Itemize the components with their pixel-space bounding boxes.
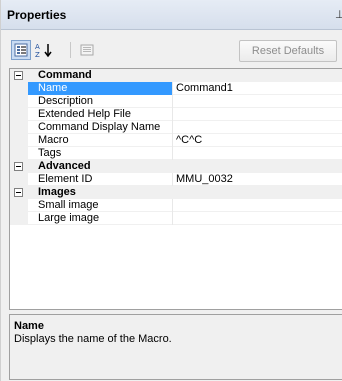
help-title: Name bbox=[14, 320, 44, 332]
row-gutter bbox=[10, 173, 28, 186]
property-value[interactable]: MMU_0032 bbox=[174, 173, 342, 186]
collapse-toggle-icon[interactable] bbox=[14, 188, 23, 197]
collapse-toggle-icon[interactable] bbox=[14, 162, 23, 171]
property-value[interactable] bbox=[174, 212, 342, 225]
category-label: Images bbox=[38, 186, 76, 198]
category-images[interactable]: Images bbox=[10, 186, 342, 199]
toolbar-separator bbox=[70, 42, 71, 58]
property-label[interactable]: Extended Help File bbox=[28, 108, 173, 121]
properties-panel: Properties ⊥ A Z Reset Defaults Command … bbox=[0, 0, 342, 381]
category-label: Advanced bbox=[38, 160, 91, 172]
property-row[interactable]: Element ID MMU_0032 bbox=[10, 173, 342, 186]
property-grid: Command Name Command1 Description Extended H… bbox=[9, 68, 342, 310]
row-gutter bbox=[10, 212, 28, 225]
row-gutter bbox=[10, 147, 28, 160]
property-label[interactable]: Macro bbox=[28, 134, 173, 147]
collapse-toggle-icon[interactable] bbox=[14, 71, 23, 80]
category-command[interactable]: Command bbox=[10, 69, 342, 82]
panel-titlebar: Properties ⊥ bbox=[1, 0, 342, 30]
alphabetical-sort-icon: A Z bbox=[35, 43, 52, 58]
property-label[interactable]: Name bbox=[28, 82, 173, 95]
categorized-view-icon bbox=[14, 43, 28, 57]
row-gutter bbox=[10, 134, 28, 147]
property-pages-button[interactable] bbox=[77, 40, 97, 60]
pin-icon[interactable]: ⊥ bbox=[335, 8, 342, 21]
property-row[interactable]: Name Command1 bbox=[10, 82, 342, 95]
property-label[interactable]: Small image bbox=[28, 199, 173, 212]
alphabetical-sort-button[interactable]: A Z bbox=[34, 40, 54, 60]
property-row[interactable]: Tags bbox=[10, 147, 342, 160]
property-label[interactable]: Command Display Name bbox=[28, 121, 173, 134]
property-row[interactable]: Macro ^C^C bbox=[10, 134, 342, 147]
property-label[interactable]: Description bbox=[28, 95, 173, 108]
property-value[interactable]: ^C^C bbox=[174, 134, 342, 147]
row-gutter bbox=[10, 199, 28, 212]
property-row[interactable]: Small image bbox=[10, 199, 342, 212]
property-value[interactable] bbox=[174, 95, 342, 108]
category-label: Command bbox=[38, 69, 92, 81]
svg-text:A: A bbox=[35, 43, 40, 51]
svg-text:Z: Z bbox=[35, 51, 40, 58]
property-row[interactable]: Command Display Name bbox=[10, 121, 342, 134]
row-gutter bbox=[10, 108, 28, 121]
reset-defaults-button[interactable]: Reset Defaults bbox=[239, 40, 337, 62]
row-gutter bbox=[10, 121, 28, 134]
property-value[interactable] bbox=[174, 147, 342, 160]
property-pages-icon bbox=[80, 44, 94, 56]
properties-toolbar: A Z Reset Defaults bbox=[1, 30, 342, 66]
panel-title: Properties bbox=[7, 8, 67, 22]
property-label[interactable]: Element ID bbox=[28, 173, 173, 186]
row-gutter bbox=[10, 82, 28, 95]
property-row[interactable]: Extended Help File bbox=[10, 108, 342, 121]
property-label[interactable]: Tags bbox=[28, 147, 173, 160]
property-row[interactable]: Large image bbox=[10, 212, 342, 225]
property-value[interactable] bbox=[174, 121, 342, 134]
property-label[interactable]: Large image bbox=[28, 212, 173, 225]
help-pane: Name Displays the name of the Macro. bbox=[9, 314, 342, 380]
row-gutter bbox=[10, 95, 28, 108]
property-value[interactable]: Command1 bbox=[174, 82, 342, 95]
property-value[interactable] bbox=[174, 108, 342, 121]
property-value[interactable] bbox=[174, 199, 342, 212]
help-description: Displays the name of the Macro. bbox=[14, 333, 172, 345]
property-row[interactable]: Description bbox=[10, 95, 342, 108]
categorized-view-button[interactable] bbox=[11, 40, 31, 60]
category-advanced[interactable]: Advanced bbox=[10, 160, 342, 173]
